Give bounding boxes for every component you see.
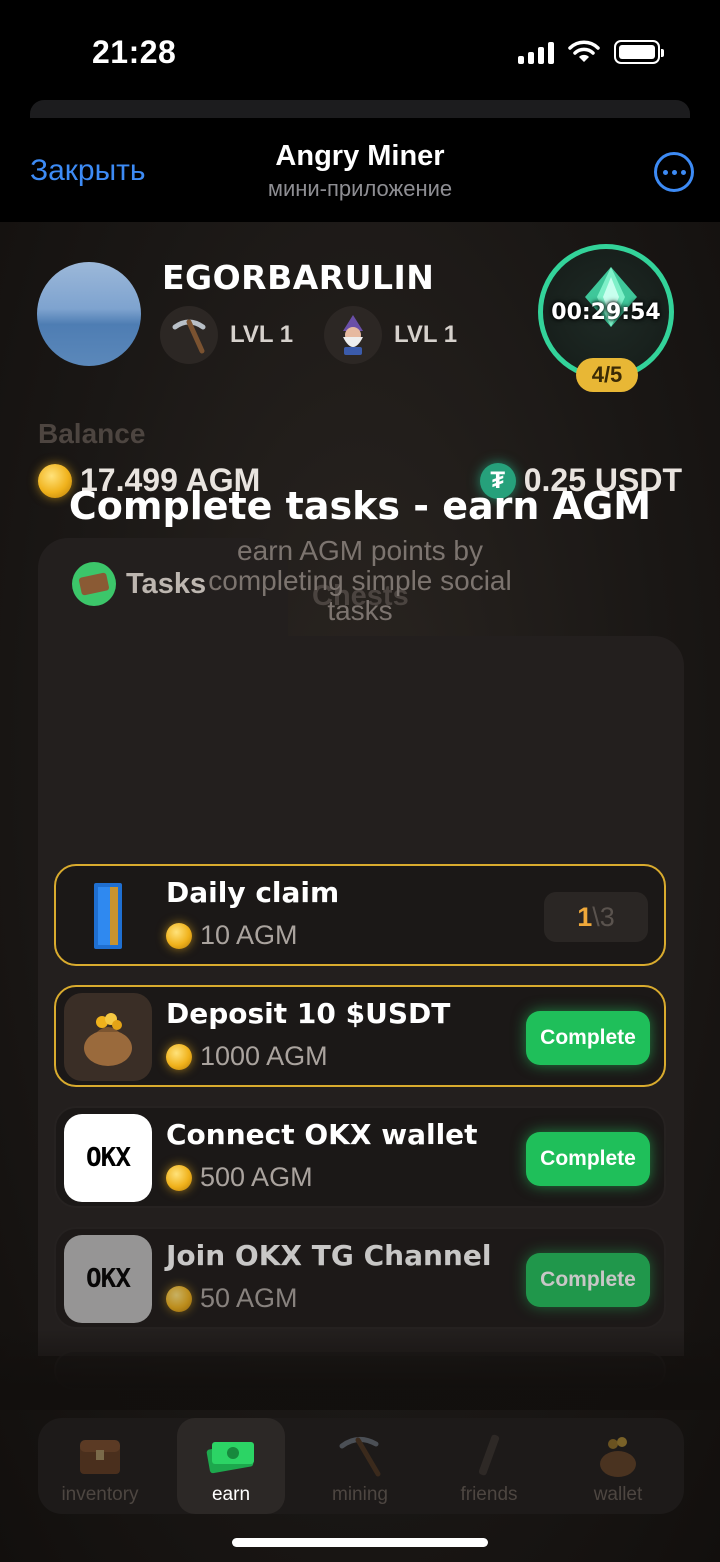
status-time: 21:28 <box>92 34 177 70</box>
gnome-icon <box>324 306 382 364</box>
task-name: Connect OKX wallet <box>166 1118 478 1151</box>
pickaxe-icon <box>160 306 218 364</box>
nav-inventory[interactable]: inventory <box>46 1418 154 1514</box>
progress-current: 1 <box>577 901 593 932</box>
coin-icon <box>166 1164 192 1191</box>
task-name: Deposit 10 $USDT <box>166 997 451 1030</box>
status-icons <box>518 40 664 64</box>
nav-earn[interactable]: earn <box>177 1418 285 1514</box>
door-icon <box>64 872 152 960</box>
task-deposit[interactable]: Deposit 10 $USDT 1000 AGM Complete <box>54 985 666 1087</box>
miniapp-header: Закрыть Angry Miner мини-приложение <box>0 118 720 222</box>
battery-icon <box>614 40 664 64</box>
task-reward: 10 AGM <box>166 920 298 951</box>
bag-icon <box>590 1430 646 1480</box>
nav-friends[interactable]: friends <box>435 1418 543 1514</box>
task-name: Join OKX TG Channel <box>166 1239 492 1272</box>
progress-separator: \ <box>592 901 600 932</box>
nav-mining[interactable]: mining <box>306 1418 414 1514</box>
dot-icon <box>662 169 668 175</box>
list-fade <box>0 1330 720 1410</box>
more-options-button[interactable] <box>654 152 694 192</box>
status-bar: 21:28 <box>0 0 720 100</box>
money-icon <box>203 1430 259 1480</box>
task-name: Daily claim <box>166 876 340 909</box>
task-reward-value: 500 AGM <box>200 1162 313 1192</box>
dot-icon <box>671 169 677 175</box>
pickaxe-level[interactable]: LVL 1 <box>160 306 293 364</box>
money-bag-icon <box>64 993 152 1081</box>
coin-icon <box>166 922 192 949</box>
gnome-level-label: LVL 1 <box>394 321 458 348</box>
tasks-icon <box>72 562 116 606</box>
task-connect-okx[interactable]: OKX Connect OKX wallet 500 AGM Complete <box>54 1106 666 1208</box>
nav-wallet[interactable]: wallet <box>564 1418 672 1514</box>
app-subtitle: мини-приложение <box>267 176 453 201</box>
task-reward-value: 50 AGM <box>200 1283 298 1313</box>
avatar[interactable] <box>37 262 141 366</box>
okx-logo-icon: OKX <box>64 1114 152 1202</box>
progress-total: 3 <box>599 901 615 932</box>
sheet-edge <box>30 100 690 120</box>
dot-icon <box>680 169 686 175</box>
bottom-nav: inventory earn mining friends wallet <box>38 1418 684 1514</box>
coin-icon <box>166 1043 192 1070</box>
home-indicator[interactable] <box>232 1538 488 1547</box>
panel-subtitle: earn AGM points by completing simple soc… <box>208 535 512 626</box>
pickaxe-icon <box>332 1430 388 1480</box>
task-reward-value: 10 AGM <box>200 920 298 950</box>
task-reward: 500 AGM <box>166 1162 313 1193</box>
task-daily-claim[interactable]: Daily claim 10 AGM 1 \ 3 <box>54 864 666 966</box>
task-reward: 50 AGM <box>166 1283 298 1314</box>
nav-inventory-label: inventory <box>61 1484 139 1505</box>
pickaxe-level-label: LVL 1 <box>230 321 294 348</box>
signal-icon <box>518 40 554 64</box>
task-join-okx-channel[interactable]: OKX Join OKX TG Channel 50 AGM Complete <box>54 1227 666 1329</box>
friends-icon <box>461 1430 517 1480</box>
balance-label: Balance <box>38 418 146 449</box>
nav-earn-label: earn <box>211 1484 251 1505</box>
complete-button[interactable]: Complete <box>526 1253 650 1307</box>
nav-mining-label: mining <box>332 1484 388 1505</box>
nav-wallet-label: wallet <box>593 1484 643 1505</box>
nav-friends-label: friends <box>460 1484 518 1505</box>
gnome-level[interactable]: LVL 1 <box>324 306 457 364</box>
timer-count-badge: 4/5 <box>576 358 638 392</box>
wifi-icon <box>568 40 600 62</box>
app-title: Angry Miner <box>275 140 445 172</box>
chest-icon <box>72 1430 128 1480</box>
complete-button[interactable]: Complete <box>526 1132 650 1186</box>
task-reward-value: 1000 AGM <box>200 1041 328 1071</box>
complete-button[interactable]: Complete <box>526 1011 650 1065</box>
coin-icon <box>166 1285 192 1312</box>
panel-title: Complete tasks - earn AGM <box>68 484 652 528</box>
task-progress: 1 \ 3 <box>544 892 648 942</box>
timer-text: 00:29:54 <box>551 299 661 325</box>
username: EGORBARULIN <box>162 258 435 297</box>
okx-logo-icon: OKX <box>64 1235 152 1323</box>
task-reward: 1000 AGM <box>166 1041 328 1072</box>
